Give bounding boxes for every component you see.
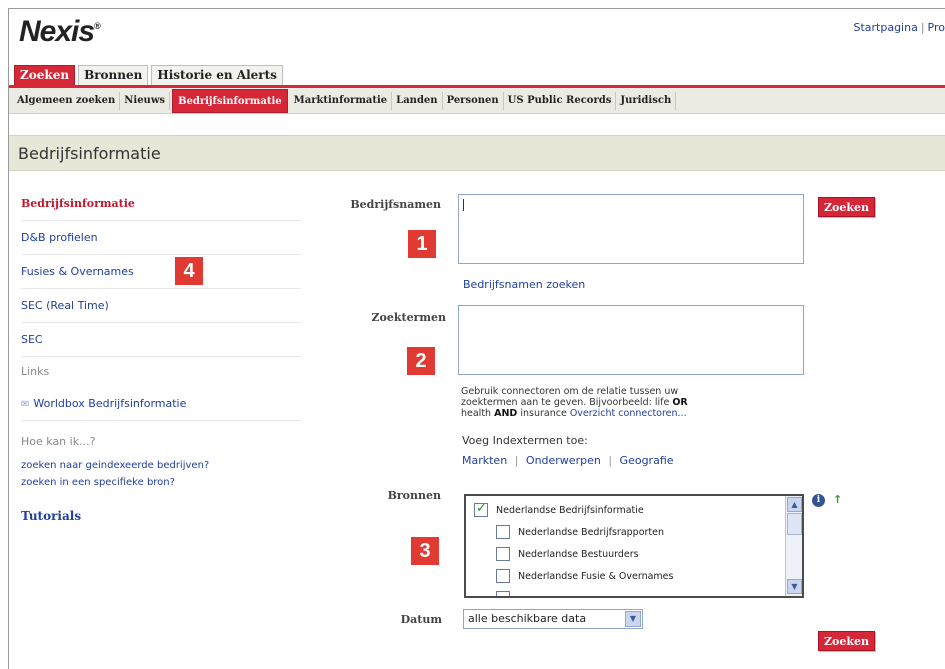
source-item-bestuurders[interactable]: Nederlandse Bestuurders xyxy=(496,547,639,561)
callout-badge-4: 4 xyxy=(175,257,203,285)
howto-heading: Hoe kan ik...? xyxy=(21,435,96,448)
bedrijfsnamen-input[interactable] xyxy=(458,194,804,264)
datum-label: Datum xyxy=(400,613,442,626)
subnav-bedrijfsinformatie[interactable]: Bedrijfsinformatie xyxy=(172,88,288,113)
bedrijfsnamen-zoeken-link[interactable]: Bedrijfsnamen zoeken xyxy=(463,278,585,291)
pro-link[interactable]: Pro xyxy=(928,21,945,34)
zoeken-button-bottom[interactable]: Zoeken xyxy=(818,631,875,651)
scroll-up-icon[interactable]: ▲ xyxy=(787,497,802,512)
sidebar-item-bedrijfsinformatie[interactable]: Bedrijfsinformatie xyxy=(21,187,301,221)
tutorials-link[interactable]: Tutorials xyxy=(21,509,301,523)
sources-listbox[interactable]: Nederlandse Bedrijfsinformatie Nederland… xyxy=(464,494,804,598)
howto-link-indexed[interactable]: zoeken naar geindexeerde bedrijven? xyxy=(21,457,301,474)
checkbox[interactable] xyxy=(496,525,510,539)
geografie-link[interactable]: Geografie xyxy=(620,454,674,467)
sources-scrollbar[interactable]: ▲ ▼ xyxy=(785,496,802,596)
checkbox[interactable] xyxy=(496,547,510,561)
scroll-thumb[interactable] xyxy=(787,513,802,535)
howto-link-source[interactable]: zoeken in een specifieke bron? xyxy=(21,474,301,491)
nexis-logo[interactable]: Nexis® xyxy=(19,15,101,49)
zoeken-button-top[interactable]: Zoeken xyxy=(818,197,875,217)
markten-link[interactable]: Markten xyxy=(462,454,507,467)
subnav-nieuws[interactable]: Nieuws xyxy=(120,91,171,110)
callout-badge-2: 2 xyxy=(407,347,435,375)
subnav-landen[interactable]: Landen xyxy=(392,91,443,110)
info-icon[interactable]: i xyxy=(812,494,825,507)
worldbox-link[interactable]: ✉ Worldbox Bedrijfsinformatie xyxy=(21,387,301,421)
main-tabs: Zoeken Bronnen Historie en Alerts xyxy=(14,65,283,85)
text-cursor xyxy=(463,199,464,211)
zoektermen-input[interactable] xyxy=(458,305,804,375)
sidebar-item-dnb-profielen[interactable]: D&B profielen xyxy=(21,221,301,255)
page-title: Bedrijfsinformatie xyxy=(18,144,161,163)
source-item-bedrijfsinformatie[interactable]: Nederlandse Bedrijfsinformatie xyxy=(474,501,644,517)
startpagina-link[interactable]: Startpagina xyxy=(853,21,917,34)
indextermen-heading: Voeg Indextermen toe: xyxy=(462,434,588,447)
callout-badge-3: 3 xyxy=(411,537,439,565)
sidebar-item-fusies-overnames[interactable]: Fusies & Overnames xyxy=(21,255,301,289)
zoektermen-label: Zoektermen xyxy=(371,311,447,324)
external-link-icon: ✉ xyxy=(21,399,30,410)
overzicht-connectoren-link[interactable]: Overzicht connectoren... xyxy=(570,408,687,419)
onderwerpen-link[interactable]: Onderwerpen xyxy=(526,454,601,467)
source-item-fusie-overnames[interactable]: Nederlandse Fusie & Overnames xyxy=(496,569,673,583)
connector-hint: Gebruik connectoren om de relatie tussen… xyxy=(461,386,688,419)
source-item-bedrijfsrapporten[interactable]: Nederlandse Bedrijfsrapporten xyxy=(496,525,664,539)
tab-zoeken[interactable]: Zoeken xyxy=(14,65,76,85)
subnav-marktinformatie[interactable]: Marktinformatie xyxy=(290,91,393,110)
checkbox xyxy=(496,591,510,596)
up-arrow-icon[interactable]: ↑ xyxy=(833,493,842,506)
sidebar-item-sec[interactable]: SEC xyxy=(21,323,301,357)
scroll-down-icon[interactable]: ▼ xyxy=(787,579,802,594)
sidebar-item-sec-real-time[interactable]: SEC (Real Time) xyxy=(21,289,301,323)
top-links: Startpagina | Pro xyxy=(853,21,945,34)
datum-select[interactable]: alle beschikbare data ▼ xyxy=(463,609,643,629)
sidebar: Bedrijfsinformatie D&B profielen Fusies … xyxy=(21,187,301,523)
bronnen-label: Bronnen xyxy=(387,489,441,502)
app-window: Nexis® Startpagina | Pro Zoeken Bronnen Hi… xyxy=(8,8,945,669)
checkbox[interactable] xyxy=(496,569,510,583)
subnav-algemeen-zoeken[interactable]: Algemeen zoeken xyxy=(13,91,121,110)
chevron-down-icon[interactable]: ▼ xyxy=(625,611,641,627)
page-title-bar: Bedrijfsinformatie xyxy=(9,135,945,171)
tab-bronnen[interactable]: Bronnen xyxy=(78,65,149,85)
bedrijfsnamen-label: Bedrijfsnamen xyxy=(350,198,441,211)
tab-historie-en-alerts[interactable]: Historie en Alerts xyxy=(151,65,283,85)
sub-nav: Algemeen zoeken Nieuws Bedrijfsinformati… xyxy=(9,88,945,114)
subnav-juridisch[interactable]: Juridisch xyxy=(616,91,677,110)
source-item-partial xyxy=(496,591,518,596)
subnav-us-public-records[interactable]: US Public Records xyxy=(504,91,617,110)
checkbox-checked[interactable] xyxy=(474,501,488,517)
callout-badge-1: 1 xyxy=(408,230,436,258)
links-heading: Links xyxy=(21,365,50,378)
indextermen-links: Markten | Onderwerpen | Geografie xyxy=(462,454,674,467)
subnav-personen[interactable]: Personen xyxy=(443,91,504,110)
